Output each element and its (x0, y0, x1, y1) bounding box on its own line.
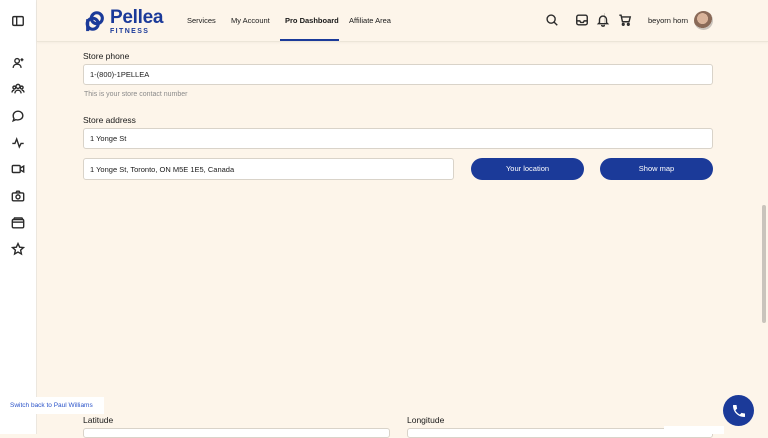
brand-name: Pellea (110, 6, 164, 28)
cart-icon[interactable] (618, 13, 632, 27)
longitude-label: Longitude (407, 415, 445, 425)
top-navigation-bar: Pellea FITNESS Services My Account Pro D… (37, 0, 768, 42)
scrollbar-thumb[interactable] (762, 205, 766, 323)
search-icon[interactable] (545, 13, 559, 27)
store-phone-label: Store phone (83, 51, 130, 61)
video-icon[interactable] (10, 161, 26, 177)
panel-toggle-icon[interactable] (10, 13, 26, 29)
nav-services[interactable]: Services (187, 0, 216, 41)
activity-icon[interactable] (10, 135, 26, 151)
nav-pro-dashboard[interactable]: Pro Dashboard (285, 0, 339, 41)
show-map-button[interactable]: Show map (600, 158, 713, 180)
nav-my-account[interactable]: My Account (231, 0, 270, 41)
your-location-button[interactable]: Your location (471, 158, 584, 180)
logo-mark-icon (85, 11, 104, 32)
store-address-label: Store address (83, 115, 136, 125)
nav-affiliate-area[interactable]: Affiliate Area (349, 0, 391, 41)
wallet-icon[interactable] (10, 215, 26, 231)
latitude-input[interactable] (83, 428, 390, 438)
phone-icon (732, 404, 745, 417)
users-icon[interactable] (10, 81, 26, 97)
active-nav-underline (280, 39, 339, 41)
user-name[interactable]: beyorn horn (648, 0, 688, 41)
camera-icon[interactable] (10, 188, 26, 204)
store-phone-hint: This is your store contact number (84, 91, 188, 98)
call-button[interactable] (723, 395, 754, 426)
inbox-icon[interactable] (575, 13, 589, 27)
store-phone-input[interactable] (83, 64, 713, 85)
chat-icon[interactable] (10, 108, 26, 124)
brand-logo[interactable]: Pellea FITNESS (84, 6, 164, 35)
store-address-input[interactable] (83, 128, 713, 149)
latitude-label: Latitude (83, 415, 114, 425)
full-address-input[interactable] (83, 158, 454, 180)
sidebar (0, 0, 37, 434)
star-icon[interactable] (10, 241, 26, 257)
user-add-icon[interactable] (10, 55, 26, 71)
switch-back-link[interactable]: Switch back to Paul Williams (0, 397, 104, 414)
bell-icon[interactable] (596, 13, 610, 27)
avatar[interactable] (694, 11, 713, 30)
floating-panel (664, 426, 724, 434)
brand-tagline: FITNESS (110, 27, 150, 35)
